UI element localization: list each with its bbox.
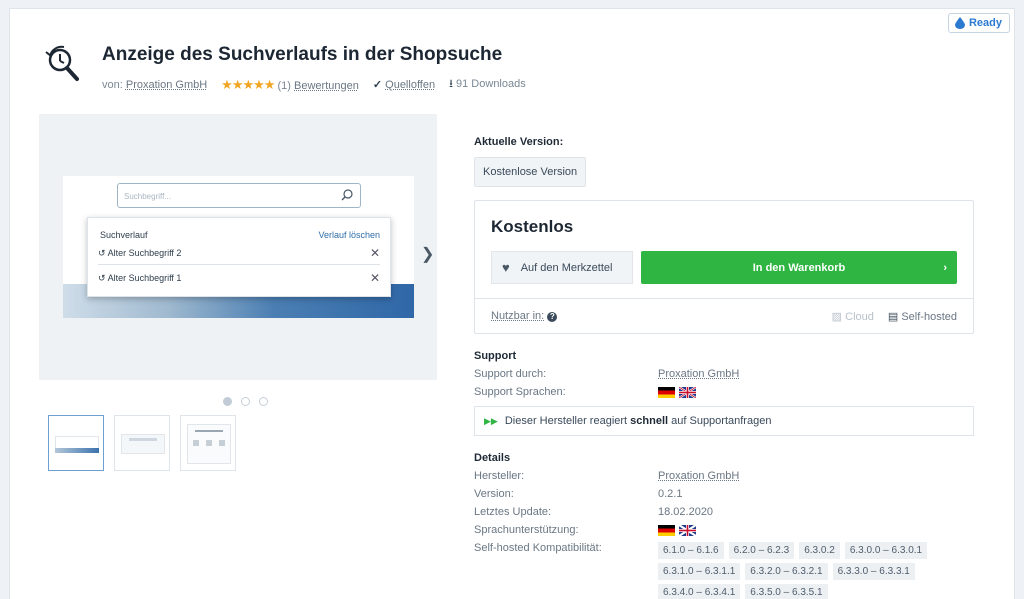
support-by-label: Support durch: [474, 368, 547, 380]
flag-de-icon [658, 524, 675, 536]
notice-prefix: Dieser Hersteller reagiert [504, 415, 628, 427]
heart-icon: ♥ [502, 260, 510, 275]
wishlist-button[interactable]: ♥ Auf den Merkzettel [491, 251, 633, 284]
plugin-header: Anzeige des Suchverlaufs in der Shopsuch… [42, 38, 526, 94]
rating-stars: ★★★★★ [221, 76, 275, 92]
usable-in: Nutzbar in: ? [491, 310, 558, 323]
thumbnail[interactable] [114, 415, 170, 471]
downloads-label: 91 Downloads [456, 78, 526, 90]
preview-history-dropdown: Suchverlauf Verlauf löschen ↺ Alter Such… [87, 217, 391, 297]
download-icon: ⭳ [449, 78, 453, 90]
clear-history: Verlauf löschen [318, 230, 380, 240]
notice-bold: schnell [630, 415, 669, 427]
history-icon: ↺ [98, 247, 106, 258]
ready-badge: Ready [947, 13, 1010, 33]
version-option[interactable]: Kostenlose Version [474, 157, 587, 187]
gallery-thumbnails [48, 415, 236, 471]
selfhosted-label: Self-hosted [901, 311, 957, 323]
close-icon: ✕ [369, 271, 380, 285]
support-title: Support [474, 350, 517, 362]
support-notice: ▶▶ Dieser Hersteller reagiert schnell au… [474, 406, 974, 436]
server-icon: ▤ [887, 311, 899, 323]
support-by-link[interactable]: Proxation GmbH [658, 368, 739, 380]
compat-chip: 6.3.3.0 – 6.3.3.1 [832, 563, 915, 580]
gallery-next-arrow[interactable]: ❯ [421, 244, 434, 264]
gallery-dots [223, 397, 268, 406]
cart-label: In den Warenkorb [752, 261, 846, 274]
manufacturer-link[interactable]: Proxation GmbH [658, 470, 739, 482]
buy-box: Kostenlos ♥ Auf den Merkzettel In den Wa… [474, 200, 974, 334]
compat-chip: 6.3.5.0 – 6.3.5.1 [745, 584, 828, 599]
version-label: Version: [474, 488, 514, 500]
version-value: 0.2.1 [658, 488, 683, 500]
help-icon[interactable]: ? [547, 312, 558, 322]
current-version-label: Aktuelle Version: [474, 136, 564, 148]
update-value: 18.02.2020 [658, 506, 714, 518]
history-title: Suchverlauf [100, 230, 148, 240]
search-icon [341, 189, 353, 201]
compat-chips: 6.1.0 – 6.1.6 6.2.0 – 6.2.3 6.3.0.2 6.3.… [658, 542, 928, 599]
vendor-line: von: Proxation GmbH [102, 79, 207, 91]
flag-uk-icon [679, 524, 696, 536]
compat-chip: 6.3.0.2 [799, 542, 840, 559]
compat-chip: 6.3.4.0 – 6.3.4.1 [658, 584, 741, 599]
close-icon: ✕ [369, 246, 380, 260]
downloads: ⭳ 91 Downloads [449, 75, 526, 94]
wishlist-label: Auf den Merkzettel [520, 261, 613, 274]
cloud-disabled-icon: ▨ [831, 311, 843, 323]
notice-suffix: auf Supportanfragen [671, 415, 772, 427]
drop-icon [954, 17, 965, 29]
ready-label: Ready [968, 17, 1002, 29]
compat-label: Self-hosted Kompatibilität: [474, 542, 602, 554]
history-item-label: Alter Suchbegriff 2 [107, 247, 182, 258]
ratings-link[interactable]: Bewertungen [294, 80, 359, 92]
open-source-label: Quelloffen [385, 79, 436, 91]
vendor-link[interactable]: Proxation GmbH [126, 79, 207, 91]
rating-count: (1) [277, 79, 291, 92]
compat-chip: 6.3.2.0 – 6.3.2.1 [745, 563, 828, 580]
check-icon: ✓ [372, 79, 383, 91]
thumbnail[interactable] [48, 415, 104, 471]
gallery-dot[interactable] [241, 397, 250, 406]
price: Kostenlos [491, 217, 574, 236]
gallery-dot[interactable] [223, 397, 232, 406]
history-item-label: Alter Suchbegriff 1 [107, 272, 182, 283]
selfhosted-option: ▤ Self-hosted [888, 310, 957, 323]
details-section: Details Hersteller: Proxation GmbH Versio… [474, 452, 974, 599]
thumbnail[interactable] [180, 415, 236, 471]
manufacturer-label: Hersteller: [474, 470, 525, 482]
flag-uk-icon [679, 386, 696, 398]
fast-forward-icon: ▶▶ [484, 415, 498, 426]
image-gallery[interactable]: Suchbegriff... Suchverlauf Verlauf lösch… [39, 114, 437, 380]
history-item: ↺ Alter Suchbegriff 2 ✕ [98, 246, 380, 265]
usable-label[interactable]: Nutzbar in: [491, 310, 544, 322]
rating[interactable]: ★★★★★ (1) Bewertungen [221, 77, 359, 93]
add-to-cart-button[interactable]: In den Warenkorb › [641, 251, 957, 284]
update-label: Letztes Update: [474, 506, 552, 518]
page-title: Anzeige des Suchverlaufs in der Shopsuch… [102, 44, 503, 65]
compat-chip: 6.3.1.0 – 6.3.1.1 [658, 563, 741, 580]
language-label: Sprachunterstützung: [474, 524, 579, 536]
details-title: Details [474, 452, 511, 464]
search-history-icon [45, 45, 79, 81]
cloud-option: ▨ Cloud [832, 310, 874, 323]
preview-placeholder: Suchbegriff... [124, 192, 171, 201]
open-source[interactable]: ✓ Quelloffen [373, 78, 435, 91]
chevron-right-icon: › [943, 261, 947, 274]
cloud-label: Cloud [845, 311, 874, 323]
compat-chip: 6.2.0 – 6.2.3 [728, 542, 795, 559]
support-lang-label: Support Sprachen: [474, 386, 566, 398]
flag-de-icon [658, 386, 675, 398]
compat-chip: 6.1.0 – 6.1.6 [658, 542, 724, 559]
gallery-dot[interactable] [259, 397, 268, 406]
history-item: ↺ Alter Suchbegriff 1 ✕ [98, 271, 380, 289]
preview-search-input: Suchbegriff... [117, 183, 361, 208]
support-section: Support Support durch: Proxation GmbH Sup… [474, 350, 974, 436]
history-icon: ↺ [98, 272, 106, 283]
compat-chip: 6.3.0.0 – 6.3.0.1 [844, 542, 928, 559]
by-prefix: von: [102, 78, 123, 91]
purchase-panel: Aktuelle Version: Kostenlose Version Kos… [474, 136, 974, 599]
